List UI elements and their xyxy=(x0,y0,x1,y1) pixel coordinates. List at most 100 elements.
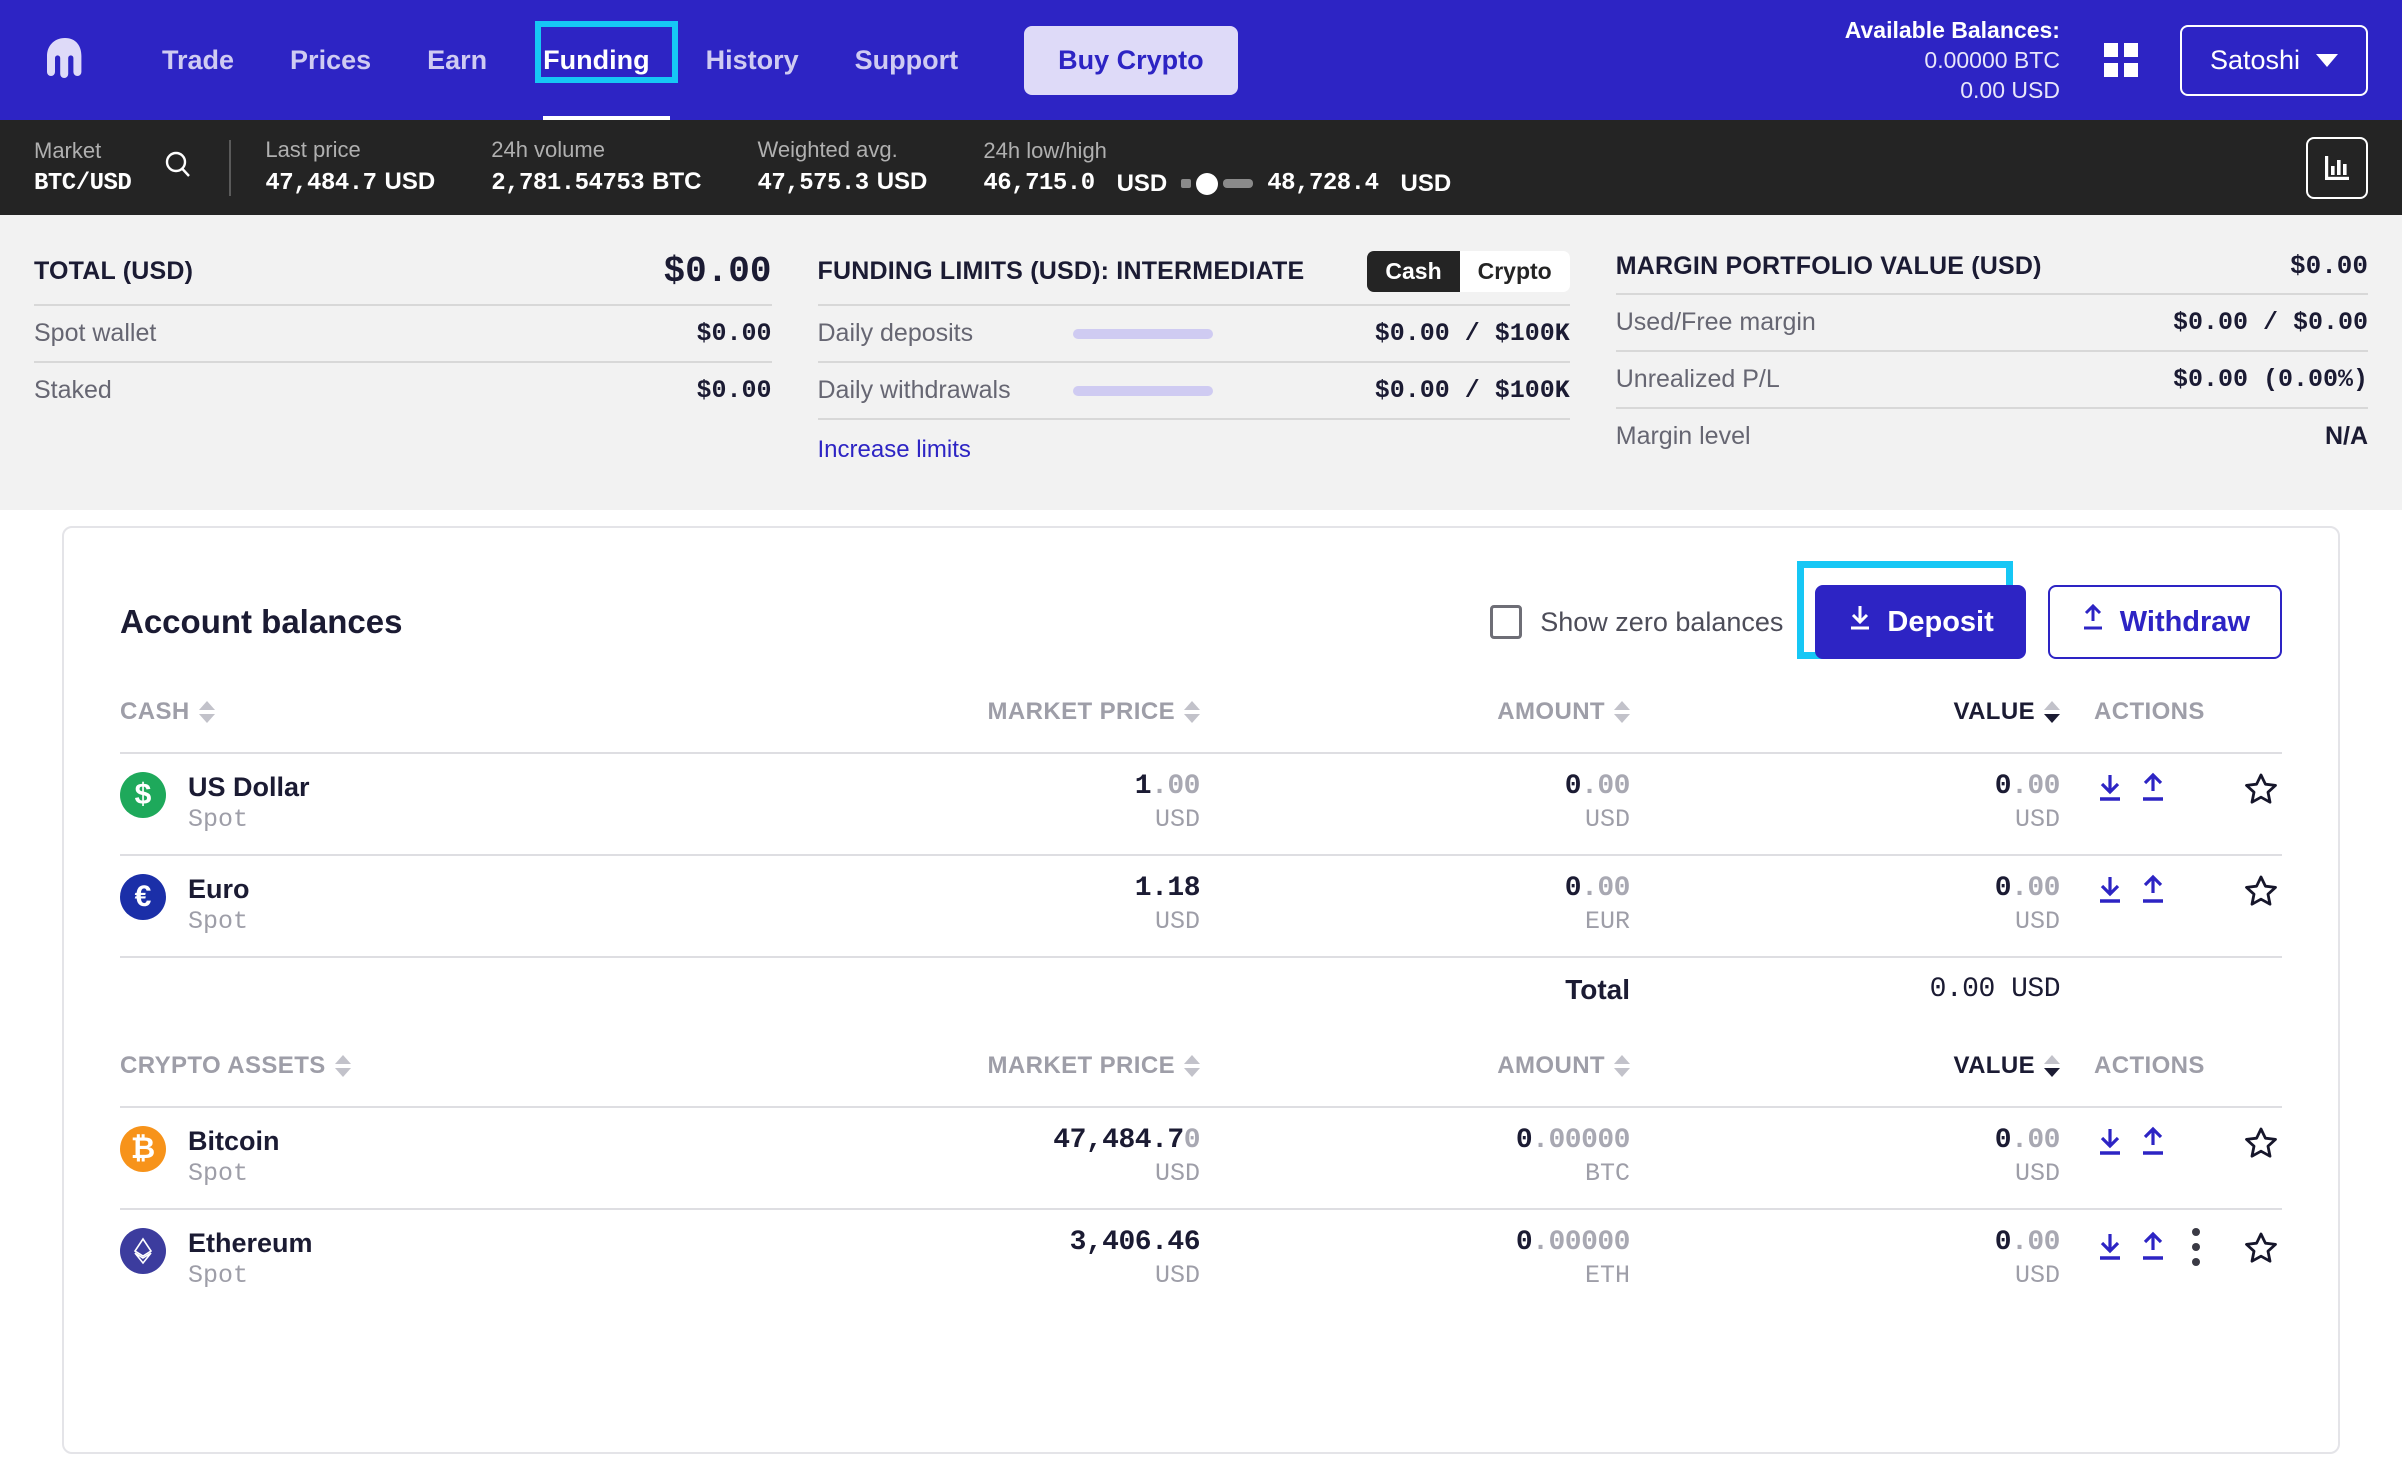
market-price-cell: 47,484.70 USD xyxy=(680,1106,1201,1209)
sort-arrows-icon[interactable] xyxy=(198,701,215,723)
withdraw-button[interactable]: Withdraw xyxy=(2047,585,2282,659)
market-selector[interactable]: Market BTC/USD xyxy=(34,137,195,199)
star-outline-icon[interactable] xyxy=(2239,1231,2282,1263)
column-header-market-price[interactable]: MARKET PRICE xyxy=(680,670,1200,753)
column-header-cash[interactable]: CASH xyxy=(120,670,680,753)
table-row[interactable]: $ US Dollar Spot 1.00 USD 0.00 USD 0.00 … xyxy=(120,752,2282,855)
stat-label: 24h low/high xyxy=(983,137,1107,163)
value-insignificant: .00000 xyxy=(1532,1125,1630,1156)
more-vertical-icon[interactable] xyxy=(2174,1228,2217,1266)
total-usd-panel: TOTAL (USD) $0.00 Spot wallet $0.00 Stak… xyxy=(34,251,818,464)
star-outline-icon[interactable] xyxy=(2239,874,2282,906)
buy-crypto-button[interactable]: Buy Crypto xyxy=(1024,25,1238,95)
market-price-cell: 3,406.46 USD xyxy=(680,1208,1201,1310)
value-significant: 0 xyxy=(1564,771,1582,802)
row-value: N/A xyxy=(2324,422,2368,450)
chevron-down-icon xyxy=(2316,53,2338,67)
sort-arrows-icon[interactable] xyxy=(1614,701,1630,723)
row-deposit-icon[interactable] xyxy=(2088,874,2131,906)
sort-arrows-icon[interactable] xyxy=(1184,1055,1200,1077)
stat-24h-volume: 24h volume 2,781.54753 BTC xyxy=(491,136,701,199)
user-menu-button[interactable]: Satoshi xyxy=(2179,24,2368,96)
nav-item-prices[interactable]: Prices xyxy=(262,0,399,120)
row-withdraw-icon[interactable] xyxy=(2131,772,2174,804)
kraken-logo-icon[interactable] xyxy=(34,29,96,91)
sort-arrows-icon[interactable] xyxy=(2044,701,2060,723)
show-zero-balances-checkbox[interactable] xyxy=(1490,605,1523,639)
value-unit: USD xyxy=(2014,1261,2060,1290)
deposit-button-wrapper: Deposit xyxy=(1797,561,2047,659)
column-label: MARKET PRICE xyxy=(987,698,1175,725)
value-unit: USD xyxy=(2014,907,2060,936)
toggle-option-cash[interactable]: Cash xyxy=(1367,251,1460,292)
star-outline-icon[interactable] xyxy=(2239,1126,2282,1158)
stat-last-price: Last price 47,484.7 USD xyxy=(265,136,435,199)
coin-symbol: ₿ xyxy=(130,1132,156,1165)
toggle-option-crypto[interactable]: Crypto xyxy=(1459,251,1570,292)
show-zero-balances-toggle[interactable]: Show zero balances xyxy=(1490,605,1783,639)
sort-arrows-icon[interactable] xyxy=(334,1055,351,1077)
row-deposit-icon[interactable] xyxy=(2088,1231,2131,1263)
row-withdraw-icon[interactable] xyxy=(2131,1231,2174,1263)
column-label: MARKET PRICE xyxy=(987,1052,1175,1079)
asset-subtype: Spot xyxy=(188,907,249,936)
value-significant: 0 xyxy=(1994,873,2012,904)
column-header-value[interactable]: VALUE xyxy=(1630,670,2060,753)
withdraw-button-label: Withdraw xyxy=(2119,605,2250,638)
show-zero-balances-label: Show zero balances xyxy=(1540,606,1784,637)
column-header-amount[interactable]: AMOUNT xyxy=(1200,670,1630,753)
row-deposit-icon[interactable] xyxy=(2088,772,2131,804)
market-label: Market xyxy=(34,137,102,163)
column-header-market-price[interactable]: MARKET PRICE xyxy=(680,1024,1200,1107)
market-price-cell: 1.00 USD xyxy=(680,752,1200,855)
row-withdraw-icon[interactable] xyxy=(2131,1126,2174,1158)
amount-value: 0.00000 xyxy=(1200,1124,1631,1158)
value-significant: 3,406.46 xyxy=(1069,1227,1201,1258)
column-label: VALUE xyxy=(1953,1052,2035,1079)
ethereum-coin-icon xyxy=(120,1228,166,1274)
increase-limits-link[interactable]: Increase limits xyxy=(818,436,971,463)
market-price-unit: USD xyxy=(1154,1159,1200,1188)
asset-subtype: Spot xyxy=(188,805,249,834)
table-row[interactable]: ₿ Bitcoin Spot 47,484.70 USD 0.00000 BTC… xyxy=(120,1106,2282,1209)
high-price-value: 48,728.4 xyxy=(1267,169,1379,197)
column-header-crypto-assets[interactable]: CRYPTO ASSETS xyxy=(120,1024,680,1107)
table-row[interactable]: Ethereum Spot 3,406.46 USD 0.00000 ETH 0… xyxy=(120,1208,2282,1310)
margin-portfolio-title: MARGIN PORTFOLIO VALUE (USD) xyxy=(1615,251,2042,280)
sort-arrows-icon[interactable] xyxy=(1614,1055,1630,1077)
search-icon[interactable] xyxy=(161,148,195,187)
row-value: $0.00 xyxy=(696,319,772,348)
nav-item-support[interactable]: Support xyxy=(827,0,986,120)
summary-row-staked: Staked $0.00 xyxy=(34,361,772,418)
nav-item-history[interactable]: History xyxy=(678,0,827,120)
asset-cell: ₿ Bitcoin Spot xyxy=(120,1106,680,1209)
row-deposit-icon[interactable] xyxy=(2088,1126,2131,1158)
sort-arrows-icon[interactable] xyxy=(2044,1055,2060,1077)
value-cell: 0.00 USD xyxy=(1630,854,2060,957)
apps-grid-icon[interactable] xyxy=(2103,43,2138,77)
nav-item-earn[interactable]: Earn xyxy=(399,0,515,120)
column-header-value[interactable]: VALUE xyxy=(1630,1024,2060,1107)
row-label: Spot wallet xyxy=(34,319,157,347)
account-summary-strip: TOTAL (USD) $0.00 Spot wallet $0.00 Stak… xyxy=(0,215,2402,510)
market-stats: Last price 47,484.7 USD 24h volume 2,781.… xyxy=(265,136,1507,199)
grid-cell xyxy=(2123,63,2138,77)
bar-chart-icon[interactable] xyxy=(2306,136,2368,199)
actions-cell xyxy=(2060,1208,2282,1310)
row-value: $0.00 (0.00%) xyxy=(2172,365,2368,394)
margin-row-used-free: Used/Free margin $0.00 / $0.00 xyxy=(1615,293,2368,350)
nav-item-funding[interactable]: Funding xyxy=(515,0,677,120)
market-bar-divider xyxy=(229,139,232,196)
grid-cell xyxy=(2103,63,2118,77)
row-withdraw-icon[interactable] xyxy=(2131,874,2174,906)
table-row[interactable]: € Euro Spot 1.18 USD 0.00 EUR 0.00 USD xyxy=(120,854,2282,957)
deposit-button[interactable]: Deposit xyxy=(1815,585,2026,659)
column-header-amount[interactable]: AMOUNT xyxy=(1200,1024,1630,1107)
asset-name: Bitcoin xyxy=(188,1126,280,1156)
nav-item-trade[interactable]: Trade xyxy=(134,0,262,120)
sort-arrows-icon[interactable] xyxy=(1184,701,1200,723)
total-usd-amount: $0.00 xyxy=(663,251,772,292)
cash-crypto-toggle[interactable]: Cash Crypto xyxy=(1367,251,1570,292)
star-outline-icon[interactable] xyxy=(2239,772,2282,804)
row-label: Unrealized P/L xyxy=(1615,365,1780,393)
